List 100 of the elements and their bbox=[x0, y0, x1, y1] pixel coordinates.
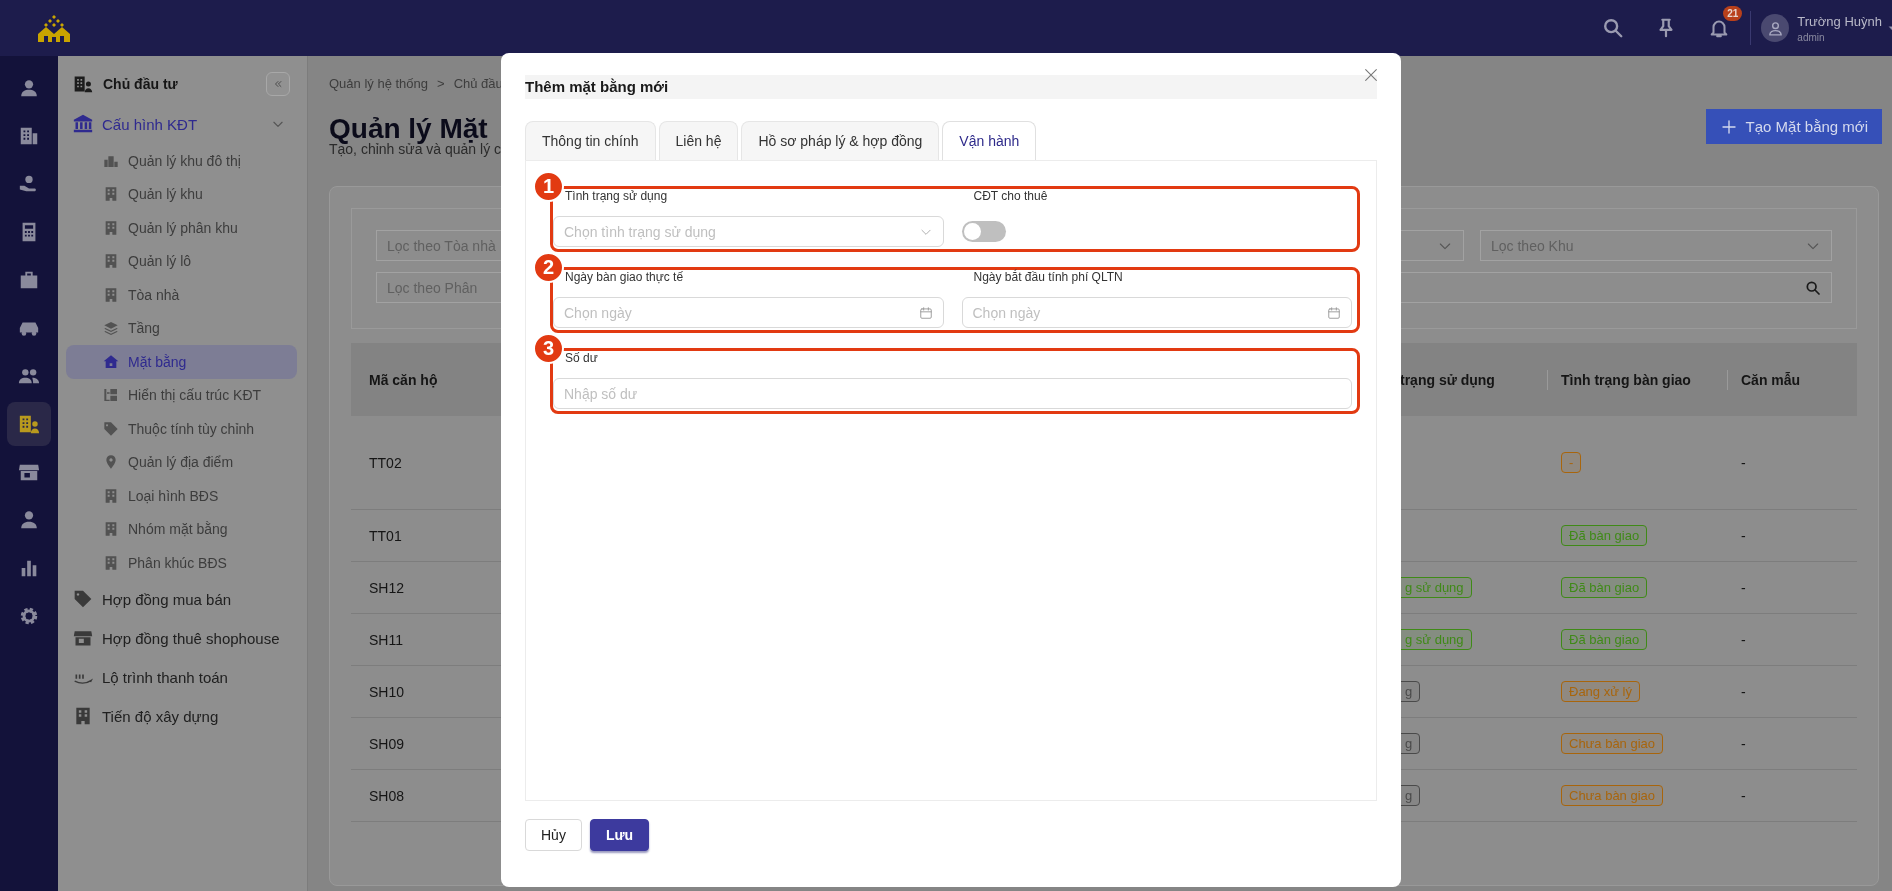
tab[interactable]: Thông tin chính bbox=[525, 121, 656, 160]
plus-icon bbox=[1719, 117, 1738, 136]
column-header: trạng sử dụng bbox=[1399, 370, 1496, 390]
table-cell-text: SH09 bbox=[368, 735, 406, 752]
tab[interactable]: Hồ sơ pháp lý & hợp đồng bbox=[741, 121, 940, 160]
store-icon bbox=[73, 628, 93, 648]
tab[interactable]: Vận hành bbox=[942, 121, 1037, 160]
sidebar-item[interactable]: Hợp đồng thuê shophouse bbox=[66, 618, 297, 658]
building-icon bbox=[103, 554, 119, 571]
sidebar-item[interactable]: Quản lý phân khu bbox=[66, 211, 297, 245]
user-icon bbox=[18, 509, 40, 531]
sidebar-item[interactable]: Quản lý khu đô thị bbox=[66, 144, 297, 178]
tag-icon bbox=[103, 420, 119, 437]
field-label: Ngày bắt đầu tính phí QLTN bbox=[972, 270, 1124, 284]
table-cell-text: - bbox=[1740, 527, 1747, 544]
toggle-switch[interactable] bbox=[961, 221, 1006, 242]
building-icon bbox=[103, 487, 119, 504]
search-icon bbox=[1602, 17, 1625, 39]
layers-icon bbox=[103, 320, 119, 337]
create-button[interactable]: Tạo Mặt bằng mới bbox=[1705, 109, 1882, 144]
user-icon bbox=[1766, 19, 1784, 37]
input-field[interactable]: Nhập số dư bbox=[553, 378, 1352, 409]
field-label: Ngày bàn giao thực tế bbox=[564, 270, 685, 284]
sidebar-item[interactable]: Nhóm mặt bằng bbox=[66, 512, 297, 546]
step-marker: 1 bbox=[533, 171, 564, 202]
sidebar-item[interactable]: Cấu hình KĐT bbox=[66, 104, 297, 144]
sidebar-item[interactable]: Quản lý khu bbox=[66, 177, 297, 211]
status-tag: Chưa bàn giao bbox=[1561, 785, 1664, 806]
status-tag: Đang xử lý bbox=[1561, 681, 1640, 702]
building-icon bbox=[103, 219, 119, 236]
sidebar-item[interactable]: Mặt bằng bbox=[66, 345, 297, 379]
notification-badge: 21 bbox=[1723, 6, 1743, 21]
briefcase-icon bbox=[18, 269, 40, 291]
building-icon bbox=[18, 125, 40, 147]
sidebar-item[interactable]: Loại hình BĐS bbox=[66, 479, 297, 513]
tab[interactable]: Liên hệ bbox=[658, 121, 739, 160]
sidebar-item[interactable]: Lộ trình thanh toán bbox=[66, 657, 297, 697]
user-role: admin bbox=[1797, 31, 1826, 43]
table-cell-text: - bbox=[1740, 683, 1747, 700]
sidebar-heading: Chủ đầu tư bbox=[103, 76, 178, 92]
table-cell-text: - bbox=[1740, 454, 1747, 471]
sidebar-item[interactable]: Quản lý địa điểm bbox=[66, 445, 297, 479]
table-cell-text: - bbox=[1740, 787, 1747, 804]
field-label: Tình trạng sử dụng bbox=[564, 189, 669, 203]
table-cell-text: SH12 bbox=[368, 579, 406, 596]
sidebar-item[interactable]: Thuộc tính tùy chỉnh bbox=[66, 412, 297, 446]
sidebar-item[interactable]: Tòa nhà bbox=[66, 278, 297, 312]
step-marker: 3 bbox=[533, 333, 564, 364]
date-field[interactable]: Chọn ngày bbox=[553, 297, 944, 328]
building-icon bbox=[103, 521, 119, 538]
building-user-icon bbox=[18, 413, 40, 435]
sidebar-item[interactable]: Quản lý lô bbox=[66, 244, 297, 278]
calendar-icon bbox=[918, 305, 933, 320]
table-cell-text: TT01 bbox=[368, 527, 403, 544]
select-field[interactable]: Chọn tình trạng sử dụng bbox=[553, 216, 944, 247]
column-header: Mã căn hộ bbox=[368, 370, 439, 390]
bank-icon bbox=[73, 114, 93, 134]
save-button[interactable]: Lưu bbox=[589, 819, 650, 851]
sidebar-item[interactable]: Tiến độ xây dựng bbox=[66, 696, 297, 736]
close-button[interactable] bbox=[1363, 67, 1379, 83]
search-icon bbox=[1805, 279, 1821, 296]
table-cell-text: - bbox=[1740, 735, 1747, 752]
building-icon bbox=[103, 186, 119, 203]
table-cell-text: TT02 bbox=[368, 454, 403, 471]
field-label: CĐT cho thuê bbox=[972, 189, 1049, 203]
field-label: Số dư bbox=[564, 351, 599, 365]
building-icon bbox=[103, 286, 119, 303]
breadcrumb-separator: > bbox=[437, 76, 445, 92]
house-icon bbox=[103, 353, 119, 370]
column-header: Căn mẫu bbox=[1727, 369, 1857, 390]
table-cell-text: SH08 bbox=[368, 787, 406, 804]
column-header: Tình trạng bàn giao bbox=[1547, 369, 1727, 390]
sidebar-item[interactable]: Tầng bbox=[66, 311, 297, 345]
table-cell-text: SH10 bbox=[368, 683, 406, 700]
avatar[interactable] bbox=[1761, 14, 1790, 42]
dialog-title: Thêm mặt bằng mới bbox=[525, 75, 1377, 99]
status-tag: Đã bàn giao bbox=[1561, 525, 1648, 546]
nav-button[interactable] bbox=[7, 402, 51, 446]
breadcrumb-link[interactable]: Quản lý hệ thống bbox=[329, 76, 429, 92]
settings-icon bbox=[18, 605, 40, 627]
table-cell-text: - bbox=[1740, 579, 1747, 596]
calendar-icon bbox=[1327, 305, 1341, 320]
status-tag: Đã bàn giao bbox=[1561, 629, 1648, 650]
building-icon bbox=[73, 706, 93, 726]
sidebar-item[interactable]: Phân khúc BĐS bbox=[66, 546, 297, 580]
cancel-button[interactable]: Hủy bbox=[525, 819, 582, 851]
building-icon bbox=[103, 253, 119, 270]
status-tag: Đã bàn giao bbox=[1561, 577, 1648, 598]
sidebar-item[interactable]: Hiển thị cấu trúc KĐT bbox=[66, 378, 297, 412]
location-pin-icon bbox=[103, 454, 119, 471]
date-field[interactable]: Chọn ngày bbox=[961, 297, 1352, 328]
user-name: Trường Huỳnh bbox=[1797, 13, 1882, 29]
sidebar-item[interactable]: Hợp đồng mua bán bbox=[66, 579, 297, 619]
status-tag: - bbox=[1561, 452, 1582, 473]
tag-icon bbox=[73, 589, 93, 609]
hierarchy-icon bbox=[103, 387, 119, 404]
logo bbox=[38, 14, 70, 42]
status-tag: Chưa bàn giao bbox=[1561, 733, 1664, 754]
user-icon bbox=[18, 77, 40, 99]
close-icon bbox=[1363, 67, 1379, 83]
